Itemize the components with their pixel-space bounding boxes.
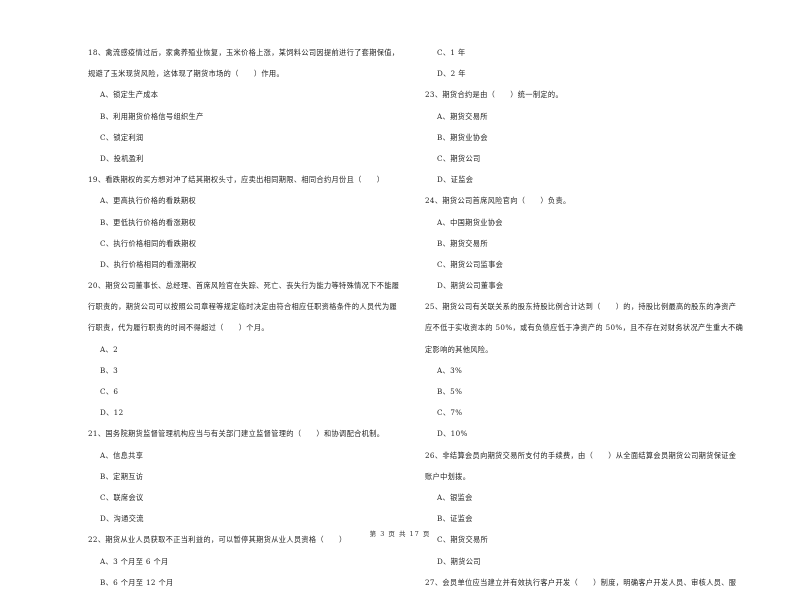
answer-option: D、12 — [100, 408, 124, 418]
question-text: 行职责，代为履行职责的时间不得超过（ ）个月。 — [88, 323, 269, 333]
question-text: 21、国务院期货监督管理机构应当与有关部门建立监督管理的（ ）和协调配合机制。 — [88, 429, 385, 439]
answer-option: D、沟通交流 — [100, 514, 144, 524]
question-text: 25、期货公司有关联关系的股东持股比例合计达到（ ）的，持股比例最高的股东的净资… — [425, 302, 737, 312]
answer-option: B、期货交易所 — [437, 238, 488, 248]
answer-option: B、利用期货价格信号组织生产 — [100, 111, 204, 121]
answer-option: A、更高执行价格的看跌期权 — [100, 196, 196, 206]
question-text: 应不低于实收资本的 50%，或有负债应低于净资产的 50%，且不存在对财务状况产… — [425, 323, 744, 333]
answer-option: D、执行价格相同的看涨期权 — [100, 259, 197, 269]
answer-option: A、锁定生产成本 — [100, 90, 159, 100]
question-text: 24、期货公司首席风险官向（ ）负责。 — [425, 196, 571, 206]
right-column: C、1 年 D、2 年 23、期货合约是由（ ）统一制定的。 A、期货交易所 B、期货业… — [425, 42, 760, 593]
answer-option: C、1 年 — [437, 48, 466, 57]
answer-option: B、定期互访 — [100, 471, 144, 481]
answer-option: C、期货公司 — [437, 153, 481, 163]
page-footer: 第 3 页 共 17 页 — [369, 530, 431, 538]
answer-option: C、锁定利润 — [100, 132, 144, 142]
answer-option: C、联席会议 — [100, 492, 144, 502]
answer-option: D、期货公司 — [437, 556, 481, 566]
answer-option: A、3 个月至 6 个月 — [100, 556, 169, 566]
answer-option: D、证监会 — [437, 175, 474, 185]
answer-option: C、执行价格相同的看跌期权 — [100, 238, 197, 248]
answer-option: D、10% — [437, 429, 468, 439]
question-text: 27、会员单位应当建立并有效执行客户开发（ ）制度，明确客户开发人员、审核人员、… — [425, 577, 737, 587]
answer-option: D、投机盈利 — [100, 153, 144, 163]
question-text: 23、期货合约是由（ ）统一制定的。 — [425, 90, 563, 100]
question-text: 账户中划拨。 — [425, 471, 471, 481]
question-text: 规避了玉米现货风险，这体现了期货市场的（ ）作用。 — [88, 69, 284, 79]
answer-option: C、6 — [100, 387, 119, 396]
answer-option: B、6 个月至 12 个月 — [100, 577, 174, 587]
answer-option: A、信息共享 — [100, 450, 144, 460]
answer-option: C、7% — [437, 408, 463, 418]
answer-option: A、中国期货业协会 — [437, 217, 503, 227]
question-text: 19、看跌期权的买方想对冲了结其期权头寸，应卖出相同期限、相同合约月份且（ ） — [88, 175, 385, 185]
answer-option: C、期货公司监事会 — [437, 259, 504, 269]
answer-option: A、2 — [100, 344, 119, 354]
answer-option: B、3 — [100, 365, 119, 375]
answer-option: D、2 年 — [437, 69, 466, 79]
question-text: 18、禽流感疫情过后，家禽养殖业恢复，玉米价格上涨，某饲料公司因提前进行了套期保… — [88, 48, 400, 57]
answer-option: B、期货业协会 — [437, 132, 488, 142]
answer-option: B、更低执行价格的看涨期权 — [100, 217, 197, 227]
question-text: 26、非结算会员向期货交易所支付的手续费，由（ ）从全面结算会员期货公司期货保证… — [425, 450, 737, 460]
answer-option: B、5% — [437, 387, 463, 396]
answer-option: A、期货交易所 — [437, 111, 488, 121]
answer-option: B、证监会 — [437, 514, 473, 524]
question-text: 行职责的，期货公司可以按照公司章程等规定临时决定由符合相应任职资格条件的人员代为… — [88, 302, 398, 312]
answer-option: A、银监会 — [437, 492, 473, 502]
left-column: 18、禽流感疫情过后，家禽养殖业恢复，玉米价格上涨，某饲料公司因提前进行了套期保… — [88, 42, 410, 593]
question-text: 定影响的其他风险。 — [425, 344, 493, 354]
question-text: 20、期货公司董事长、总经理、首席风险官在失踪、死亡、丧失行为能力等特殊情况下不… — [88, 281, 400, 291]
answer-option: D、期货公司董事会 — [437, 281, 504, 291]
answer-option: A、3% — [437, 365, 463, 375]
